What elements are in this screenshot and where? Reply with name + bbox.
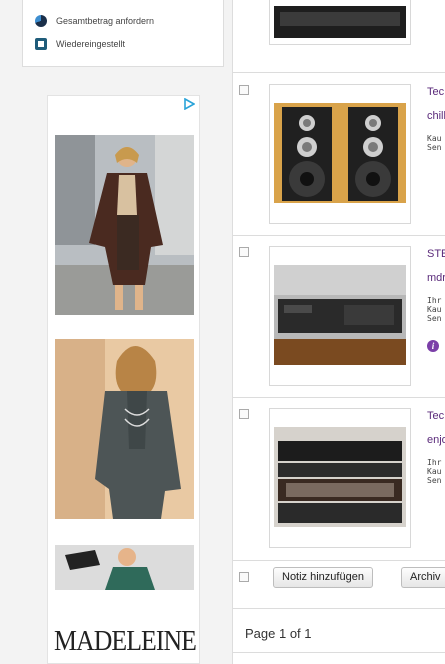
- ad-panel[interactable]: MADELEINE: [47, 95, 200, 664]
- item-thumbnail[interactable]: [274, 265, 406, 365]
- row-divider: [233, 608, 445, 609]
- item-seller-link[interactable]: enjo: [427, 434, 445, 446]
- ad-photo-bag[interactable]: [55, 545, 194, 590]
- item-meta: Kau Sen: [427, 134, 442, 152]
- legend-label: Gesamtbetrag anfordern: [56, 16, 155, 26]
- legend-box: Gesamtbetrag anfordern Wiedereingestellt: [22, 0, 224, 67]
- ad-photo-knit[interactable]: [55, 339, 194, 519]
- thumbnail-frame[interactable]: [269, 0, 411, 45]
- pagination-label: Page 1 of 1: [245, 626, 312, 641]
- item-thumbnail[interactable]: [274, 103, 406, 203]
- ad-brand-logo[interactable]: MADELEINE: [54, 626, 197, 658]
- item-title-link[interactable]: Tec: [427, 86, 444, 98]
- item-title-link[interactable]: Tec: [427, 410, 444, 422]
- item-thumbnail[interactable]: [274, 6, 406, 38]
- row-divider: [233, 560, 445, 561]
- row-divider: [233, 235, 445, 236]
- item-checkbox[interactable]: [239, 85, 249, 95]
- archive-button[interactable]: Archiv: [401, 567, 445, 588]
- item-list: Tec chill Kau Sen STE mdr Ihr Kau Sen i …: [232, 0, 445, 664]
- select-all-checkbox[interactable]: [239, 572, 249, 582]
- row-divider: [233, 397, 445, 398]
- item-checkbox[interactable]: [239, 409, 249, 419]
- item-seller-link[interactable]: mdr: [427, 272, 445, 284]
- legend-label: Wiedereingestellt: [56, 39, 126, 49]
- legend-item-relisted[interactable]: Wiedereingestellt: [35, 38, 125, 50]
- thumbnail-frame[interactable]: [269, 408, 411, 548]
- row-divider: [233, 72, 445, 73]
- item-title-link[interactable]: STE: [427, 248, 445, 260]
- item-checkbox[interactable]: [239, 247, 249, 257]
- item-thumbnail[interactable]: [274, 427, 406, 527]
- add-note-button[interactable]: Notiz hinzufügen: [273, 567, 373, 588]
- ad-photo-coat[interactable]: [55, 135, 194, 315]
- ad-choices-icon[interactable]: [183, 98, 195, 110]
- thumbnail-frame[interactable]: [269, 84, 411, 224]
- info-icon[interactable]: i: [427, 340, 439, 352]
- legend-item-request-total[interactable]: Gesamtbetrag anfordern: [35, 15, 154, 27]
- item-meta: Ihr Kau Sen: [427, 458, 442, 485]
- item-meta: Ihr Kau Sen: [427, 296, 442, 323]
- item-seller-link[interactable]: chill: [427, 110, 445, 122]
- row-divider: [233, 652, 445, 653]
- thumbnail-frame[interactable]: [269, 246, 411, 386]
- pie-chart-icon: [35, 15, 47, 27]
- restore-icon: [35, 38, 47, 50]
